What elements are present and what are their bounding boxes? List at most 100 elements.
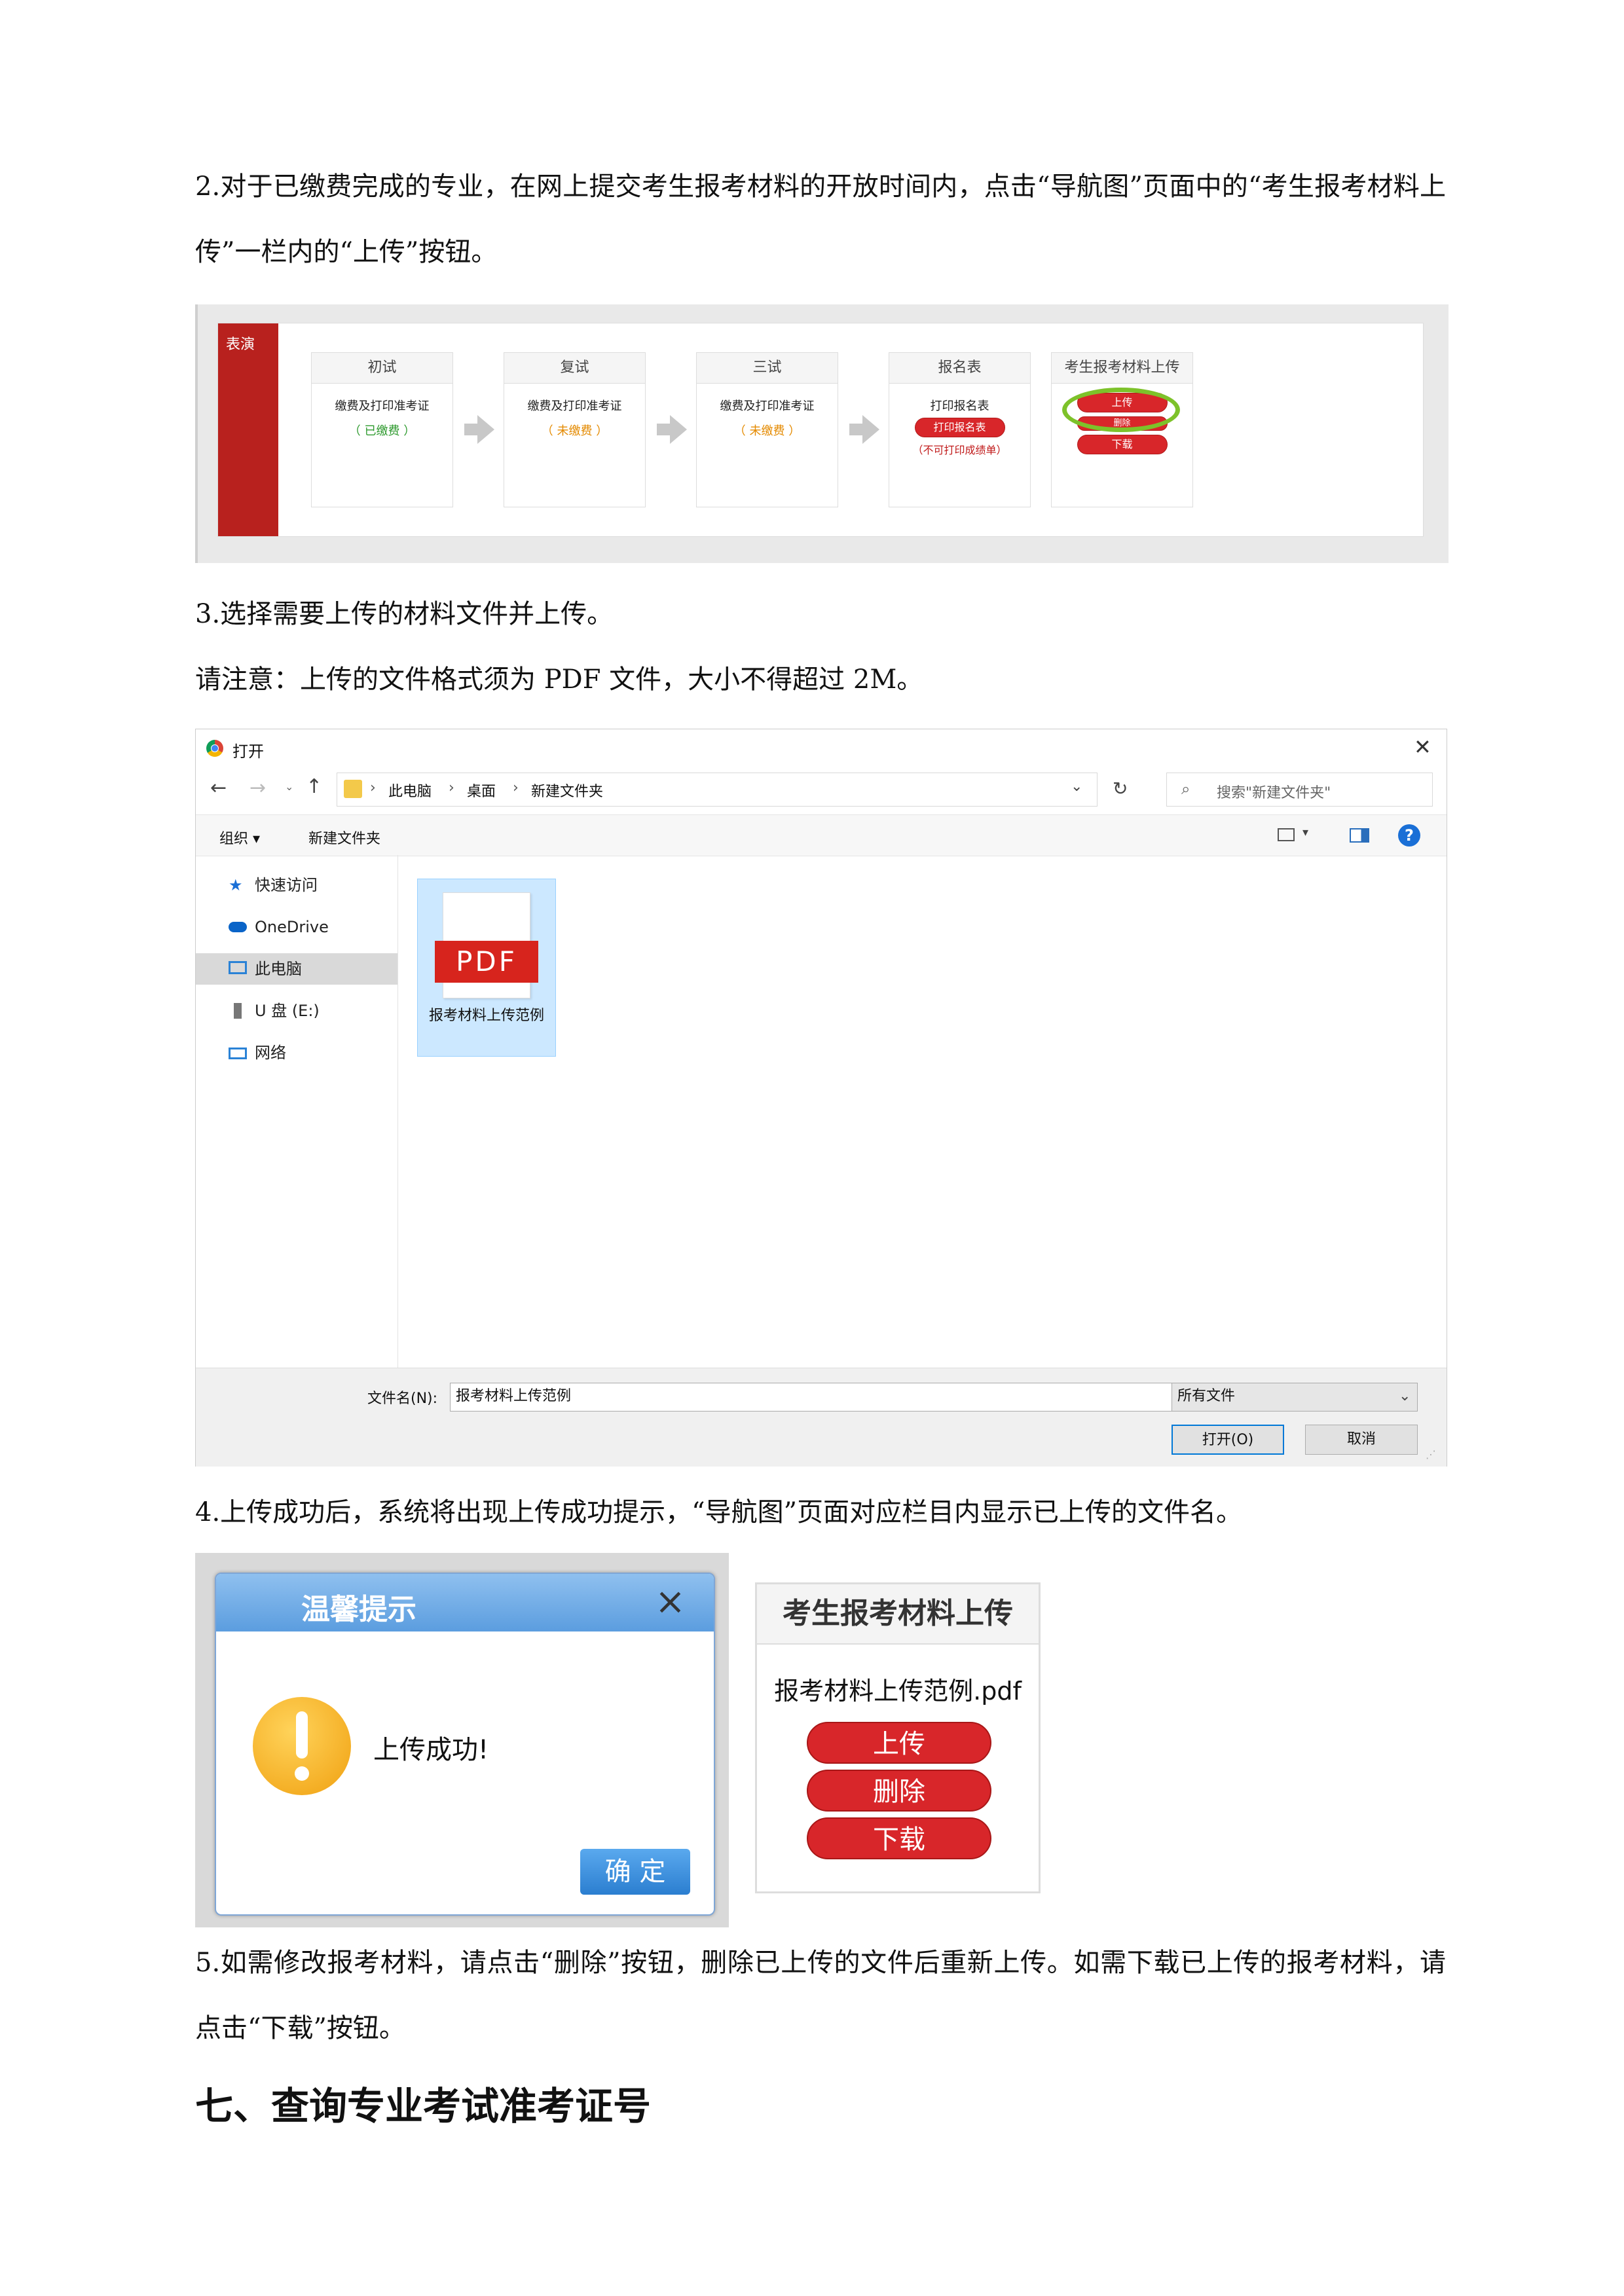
chrome-icon [206, 740, 223, 757]
success-alert-figure: 温馨提示 × 上传成功! 确 定 [195, 1553, 729, 1927]
step-action-link[interactable]: 缴费及打印准考证 [312, 397, 452, 414]
star-icon: ★ [229, 876, 243, 894]
download-button[interactable]: 下载 [1077, 435, 1168, 454]
alert-title: 温馨提示 [301, 1593, 416, 1626]
payment-status: （ 未缴费 ） [733, 424, 801, 438]
file-type-chevron-icon: ⌄ [1399, 1388, 1411, 1404]
resize-grip-icon[interactable]: ⋰ [1426, 1448, 1436, 1461]
major-label: 表演 [226, 337, 255, 353]
forward-arrow-icon[interactable]: → [249, 776, 266, 799]
print-form-button[interactable]: 打印报名表 [914, 418, 1005, 437]
cloud-icon [229, 922, 247, 932]
nav-onedrive[interactable]: OneDrive [196, 911, 397, 943]
delete-button[interactable]: 删除 [807, 1770, 991, 1812]
file-item[interactable]: PDF 报考材料上传范例 [417, 879, 556, 1057]
navigation-panel: 表演 初试 缴费及打印准考证 （ 已缴费 ） 复试 缴费及打印准考证 （ 未缴费… [217, 323, 1424, 537]
upload-button-wrap: 上传 [1052, 388, 1192, 432]
view-dropdown-chevron-icon[interactable]: ▾ [1302, 826, 1308, 839]
transcript-status: （不可打印成绩单） [912, 444, 1007, 456]
exclamation-icon [253, 1697, 351, 1795]
path-dropdown-chevron-icon[interactable]: ⌄ [1071, 778, 1082, 795]
uploaded-file-name[interactable]: 报考材料上传范例.pdf [757, 1671, 1039, 1707]
arrow-right-icon [464, 415, 494, 444]
up-arrow-icon[interactable]: ↑ [306, 775, 322, 798]
nav-usb-drive[interactable]: U 盘 (E:) [196, 995, 397, 1027]
cancel-button[interactable]: 取消 [1305, 1425, 1418, 1455]
breadcrumb-desktop[interactable]: 桌面 [467, 780, 496, 801]
arrow-right-icon [849, 415, 879, 444]
upload-card: 考生报考材料上传 报考材料上传范例.pdf 上传 删除 下载 [755, 1582, 1041, 1893]
organize-menu-button[interactable]: 组织 ▾ [219, 827, 260, 848]
navigation-panel-figure: 表演 初试 缴费及打印准考证 （ 已缴费 ） 复试 缴费及打印准考证 （ 未缴费… [195, 304, 1449, 563]
monitor-icon [229, 961, 247, 974]
nav-this-pc[interactable]: 此电脑 [196, 953, 397, 985]
file-name: 报考材料上传范例 [428, 1008, 544, 1024]
dialog-title: 打开 [232, 742, 264, 761]
refresh-icon[interactable]: ↻ [1113, 778, 1128, 799]
paragraph-note: 请注意：上传的文件格式须为 PDF 文件，大小不得超过 2M。 [195, 665, 923, 695]
arrow-right-icon [657, 415, 687, 444]
path-separator-icon: › [513, 780, 519, 796]
step-title: 考生报考材料上传 [1052, 353, 1192, 384]
path-separator-icon: › [370, 780, 376, 796]
highlight-ring [1062, 388, 1180, 432]
confirm-button[interactable]: 确 定 [580, 1849, 690, 1895]
new-folder-button[interactable]: 新建文件夹 [308, 827, 380, 848]
dialog-footer: 文件名(N): 报考材料上传范例 ⌄ 所有文件 ⌄ 打开(O) 取消 ⋰ [196, 1368, 1447, 1467]
alert-header: 温馨提示 × [216, 1574, 714, 1631]
dialog-title-bar: 打开 ✕ [196, 729, 1447, 767]
nav-quick-access[interactable]: ★ 快速访问 [196, 869, 397, 901]
file-type-select[interactable]: 所有文件 ⌄ [1172, 1383, 1418, 1412]
usb-drive-icon [234, 1003, 242, 1019]
paragraph-step-2: 2.对于已缴费完成的专业，在网上提交考生报考材料的开放时间内，点击“导航图”页面… [195, 172, 1446, 267]
back-arrow-icon[interactable]: ← [210, 776, 227, 799]
major-side-bar: 表演 [218, 323, 278, 536]
preview-pane-icon[interactable] [1350, 828, 1369, 843]
paragraph-step-3: 3.选择需要上传的材料文件并上传。 [195, 599, 614, 629]
payment-status: （ 已缴费 ） [348, 424, 416, 438]
step-action-link[interactable]: 缴费及打印准考证 [697, 397, 838, 414]
folder-icon [344, 780, 362, 798]
step-action-link[interactable]: 缴费及打印准考证 [504, 397, 645, 414]
upload-button[interactable]: 上传 [807, 1722, 991, 1764]
view-options-icon[interactable] [1278, 828, 1295, 841]
pdf-badge: PDF [435, 941, 538, 983]
filename-value: 报考材料上传范例 [456, 1388, 572, 1404]
filename-input[interactable]: 报考材料上传范例 ⌄ [450, 1383, 1190, 1412]
network-icon [229, 1048, 247, 1059]
address-bar[interactable]: › 此电脑 › 桌面 › 新建文件夹 ⌄ [337, 773, 1098, 807]
close-icon[interactable]: ✕ [1414, 735, 1431, 759]
download-button[interactable]: 下载 [807, 1817, 991, 1859]
search-icon: ⌕ [1181, 780, 1190, 798]
file-type-value: 所有文件 [1177, 1388, 1236, 1404]
step-title: 复试 [504, 353, 645, 384]
search-box[interactable]: ⌕ 搜索"新建文件夹" [1166, 773, 1433, 807]
alert-message: 上传成功! [373, 1735, 489, 1765]
close-icon[interactable]: × [655, 1580, 686, 1623]
step-card-second: 复试 缴费及打印准考证 （ 未缴费 ） [504, 352, 646, 507]
nav-network[interactable]: 网络 [196, 1037, 397, 1068]
recent-locations-chevron-icon[interactable]: ⌄ [285, 780, 293, 793]
search-placeholder: 搜索"新建文件夹" [1217, 785, 1331, 801]
section-heading: 七、查询专业考试准考证号 [195, 2084, 652, 2128]
paragraph-step-4: 4.上传成功后，系统将出现上传成功提示，“导航图”页面对应栏目内显示已上传的文件… [195, 1497, 1243, 1527]
navigation-pane: ★ 快速访问 OneDrive 此电脑 U 盘 (E:) 网络 [196, 855, 398, 1368]
open-button[interactable]: 打开(O) [1172, 1425, 1284, 1455]
path-separator-icon: › [449, 780, 454, 796]
navigation-bar: ← → ⌄ ↑ › 此电脑 › 桌面 › 新建文件夹 ⌄ ↻ ⌕ 搜索"新建文件… [196, 767, 1447, 812]
filename-label: 文件名(N): [367, 1391, 438, 1407]
breadcrumb-this-pc[interactable]: 此电脑 [388, 780, 432, 801]
command-bar: 组织 ▾ 新建文件夹 ▾ ? [196, 814, 1447, 856]
step-title: 初试 [312, 353, 452, 384]
file-open-dialog: 打开 ✕ ← → ⌄ ↑ › 此电脑 › 桌面 › 新建文件夹 ⌄ ↻ ⌕ 搜索… [195, 729, 1447, 1467]
breadcrumb-new-folder[interactable]: 新建文件夹 [531, 780, 603, 801]
step-title: 报名表 [889, 353, 1030, 384]
step-title: 三试 [697, 353, 838, 384]
step-card-registration-form: 报名表 打印报名表 打印报名表 （不可打印成绩单） [889, 352, 1031, 507]
step-action-text: 打印报名表 [930, 399, 989, 413]
step-card-first: 初试 缴费及打印准考证 （ 已缴费 ） [311, 352, 453, 507]
step-card-upload: 考生报考材料上传 上传 删除 下载 [1051, 352, 1193, 507]
success-alert-dialog: 温馨提示 × 上传成功! 确 定 [215, 1573, 715, 1916]
help-icon[interactable]: ? [1398, 824, 1420, 847]
upload-card-title: 考生报考材料上传 [757, 1584, 1039, 1645]
